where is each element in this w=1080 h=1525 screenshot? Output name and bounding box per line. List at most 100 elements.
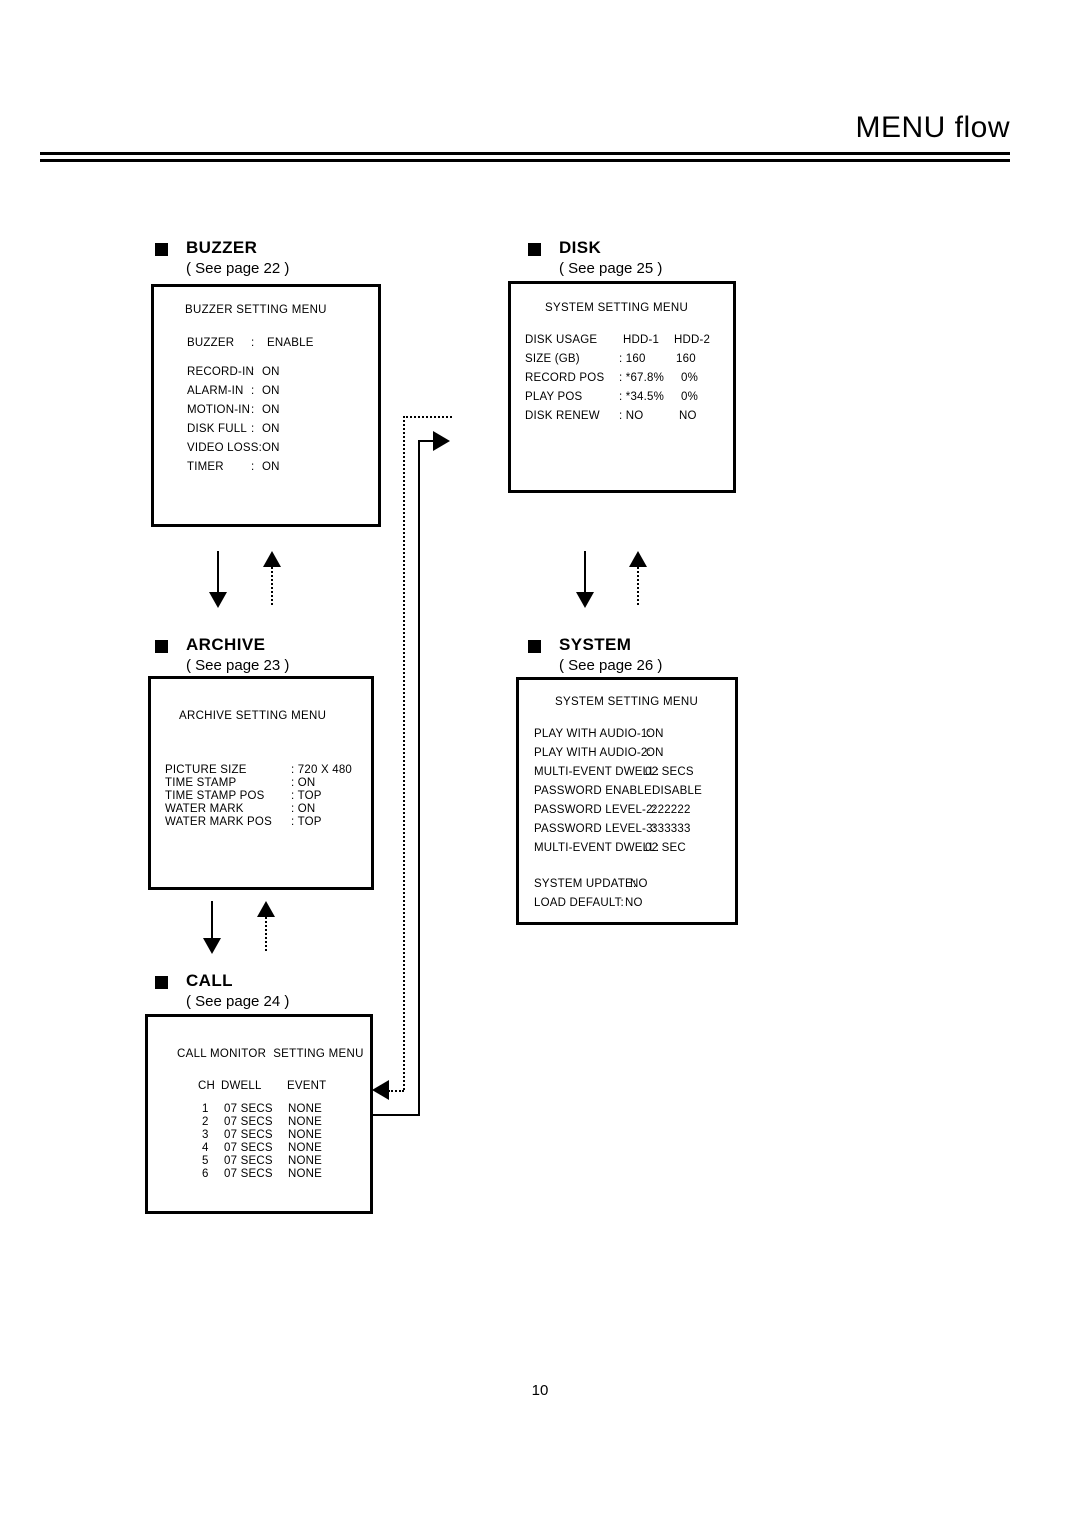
menu-row-value: 02 SECS xyxy=(645,766,694,778)
section-title-archive: ARCHIVE xyxy=(186,635,266,654)
menu-row-hdd1: : *34.5% xyxy=(619,391,665,403)
menu-row-value: : TOP xyxy=(291,816,322,828)
connector-call-to-archive-line xyxy=(265,917,267,951)
table-cell-dwell: 07 SECS xyxy=(224,1155,273,1167)
menu-row-label: TIME STAMP POS xyxy=(165,790,265,802)
menu-row-value: 02 SEC xyxy=(645,842,686,854)
connector-buzzer-to-archive-line xyxy=(217,551,219,595)
table-cell-dwell: 07 SECS xyxy=(224,1116,273,1128)
menu-row-hdd2: 160 xyxy=(676,353,696,365)
table-cell-event: NONE xyxy=(288,1103,323,1115)
table-cell-ch: 1 xyxy=(202,1103,209,1115)
connector-system-to-disk-line xyxy=(637,567,639,605)
menu-row-label: WATER MARK POS xyxy=(165,816,272,828)
table-cell-ch: 6 xyxy=(202,1168,209,1180)
table-cell-ch: 5 xyxy=(202,1155,209,1167)
section-seepage-archive: ( See page 23 ) xyxy=(186,657,290,674)
menu-row-value: ON xyxy=(262,461,280,473)
menu-row-sep: : xyxy=(251,404,255,416)
section-seepage-system: ( See page 26 ) xyxy=(559,657,663,674)
menu-box-archive: ARCHIVE SETTING MENU PICTURE SIZE : 720 … xyxy=(148,676,374,890)
menu-row-label: MULTI-EVENT DWELL: xyxy=(534,842,660,854)
feedback-arrow-right xyxy=(433,431,450,451)
menu-row-value: ENABLE xyxy=(267,337,314,349)
header-rule-upper xyxy=(40,152,1010,155)
menu-row-value: ON xyxy=(262,442,280,454)
table-cell-event: NONE xyxy=(288,1168,323,1180)
menu-row-label: DISK USAGE xyxy=(525,334,598,346)
menu-row-value: : ON xyxy=(291,777,316,789)
menu-row-hdd1: : NO xyxy=(619,410,644,422)
section-seepage-call: ( See page 24 ) xyxy=(186,993,290,1010)
table-cell-event: NONE xyxy=(288,1155,323,1167)
menu-title-call: CALL MONITOR SETTING MENU xyxy=(177,1048,364,1060)
menu-row-sep: : xyxy=(251,385,255,397)
menu-row-value: ON xyxy=(262,404,280,416)
menu-row-value: : TOP xyxy=(291,790,322,802)
menu-row-value: : 720 X 480 xyxy=(291,764,353,776)
bullet-square-icon xyxy=(155,976,168,989)
menu-row-value: ON xyxy=(262,385,280,397)
section-seepage-buzzer: ( See page 22 ) xyxy=(186,260,290,277)
connector-system-to-disk-arrow xyxy=(629,551,647,567)
table-cell-event: NONE xyxy=(288,1116,323,1128)
section-seepage-disk: ( See page 25 ) xyxy=(559,260,663,277)
menu-row-label: RECORD POS xyxy=(525,372,605,384)
section-heading-call: CALL ( See page 24 ) xyxy=(155,971,415,1019)
section-heading-disk: DISK ( See page 25 ) xyxy=(528,238,788,286)
menu-row-label: ALARM-IN xyxy=(187,385,244,397)
feedback-dotted-vertical-segment xyxy=(403,416,405,1090)
menu-row-sep: : xyxy=(251,423,255,435)
menu-box-disk: SYSTEM SETTING MENU DISK USAGE HDD-1 HDD… xyxy=(508,281,736,493)
bullet-square-icon xyxy=(528,243,541,256)
menu-row-label: PASSWORD ENABLE: xyxy=(534,785,656,797)
menu-row-label: SIZE (GB) xyxy=(525,353,580,365)
section-heading-system: SYSTEM ( See page 26 ) xyxy=(528,635,788,683)
menu-row-value: 333333 xyxy=(651,823,691,835)
connector-archive-to-call-arrow xyxy=(203,938,221,954)
menu-row-label: RECORD-IN xyxy=(187,366,254,378)
menu-row-hdd2: HDD-2 xyxy=(674,334,711,346)
menu-row-label: MULTI-EVENT DWELL: xyxy=(534,766,660,778)
connector-archive-to-buzzer-arrow xyxy=(263,551,281,567)
page-number: 10 xyxy=(531,1382,549,1399)
menu-row-value: ON xyxy=(262,366,280,378)
connector-disk-to-system-line xyxy=(584,551,586,595)
connector-buzzer-to-archive-arrow xyxy=(209,592,227,608)
feedback-solid-vertical-segment xyxy=(418,440,420,1116)
section-title-buzzer: BUZZER xyxy=(186,238,258,257)
menu-box-system: SYSTEM SETTING MENU PLAY WITH AUDIO-1: O… xyxy=(516,677,738,925)
menu-row-value: DISABLE xyxy=(652,785,702,797)
menu-row-label: SYSTEM UPDATE: xyxy=(534,878,637,890)
menu-row-label: TIMER xyxy=(187,461,224,473)
table-cell-ch: 3 xyxy=(202,1129,209,1141)
menu-row-label: WATER MARK xyxy=(165,803,244,815)
bullet-square-icon xyxy=(528,640,541,653)
menu-row-hdd1: : 160 xyxy=(619,353,646,365)
section-title-disk: DISK xyxy=(559,238,602,257)
table-cell-dwell: 07 SECS xyxy=(224,1168,273,1180)
menu-row-sep: : xyxy=(251,366,255,378)
menu-row-value: ON xyxy=(646,747,664,759)
menu-row-value: NO xyxy=(625,897,643,909)
menu-row-value: ON xyxy=(262,423,280,435)
menu-box-call: CALL MONITOR SETTING MENU CH DWELL EVENT… xyxy=(145,1014,373,1214)
table-cell-event: NONE xyxy=(288,1129,323,1141)
bullet-square-icon xyxy=(155,243,168,256)
menu-row-label: MOTION-IN xyxy=(187,404,251,416)
table-header-dwell: DWELL xyxy=(221,1080,262,1092)
table-cell-dwell: 07 SECS xyxy=(224,1142,273,1154)
table-header-event: EVENT xyxy=(287,1080,327,1092)
menu-row-sep: : xyxy=(251,337,255,349)
connector-call-to-archive-arrow xyxy=(257,901,275,917)
menu-row-value: ON xyxy=(646,728,664,740)
feedback-solid-bottom-segment xyxy=(373,1114,420,1116)
menu-row-label: DISK FULL xyxy=(187,423,247,435)
menu-row-hdd1: HDD-1 xyxy=(623,334,660,346)
menu-box-buzzer: BUZZER SETTING MENU BUZZER : ENABLE RECO… xyxy=(151,284,381,527)
menu-row-label: PASSWORD LEVEL-3: xyxy=(534,823,657,835)
menu-row-label: DISK RENEW xyxy=(525,410,600,422)
menu-row-hdd2: NO xyxy=(679,410,697,422)
menu-row-label: PASSWORD LEVEL-2: xyxy=(534,804,657,816)
menu-row-label: VIDEO LOSS: xyxy=(187,442,263,454)
